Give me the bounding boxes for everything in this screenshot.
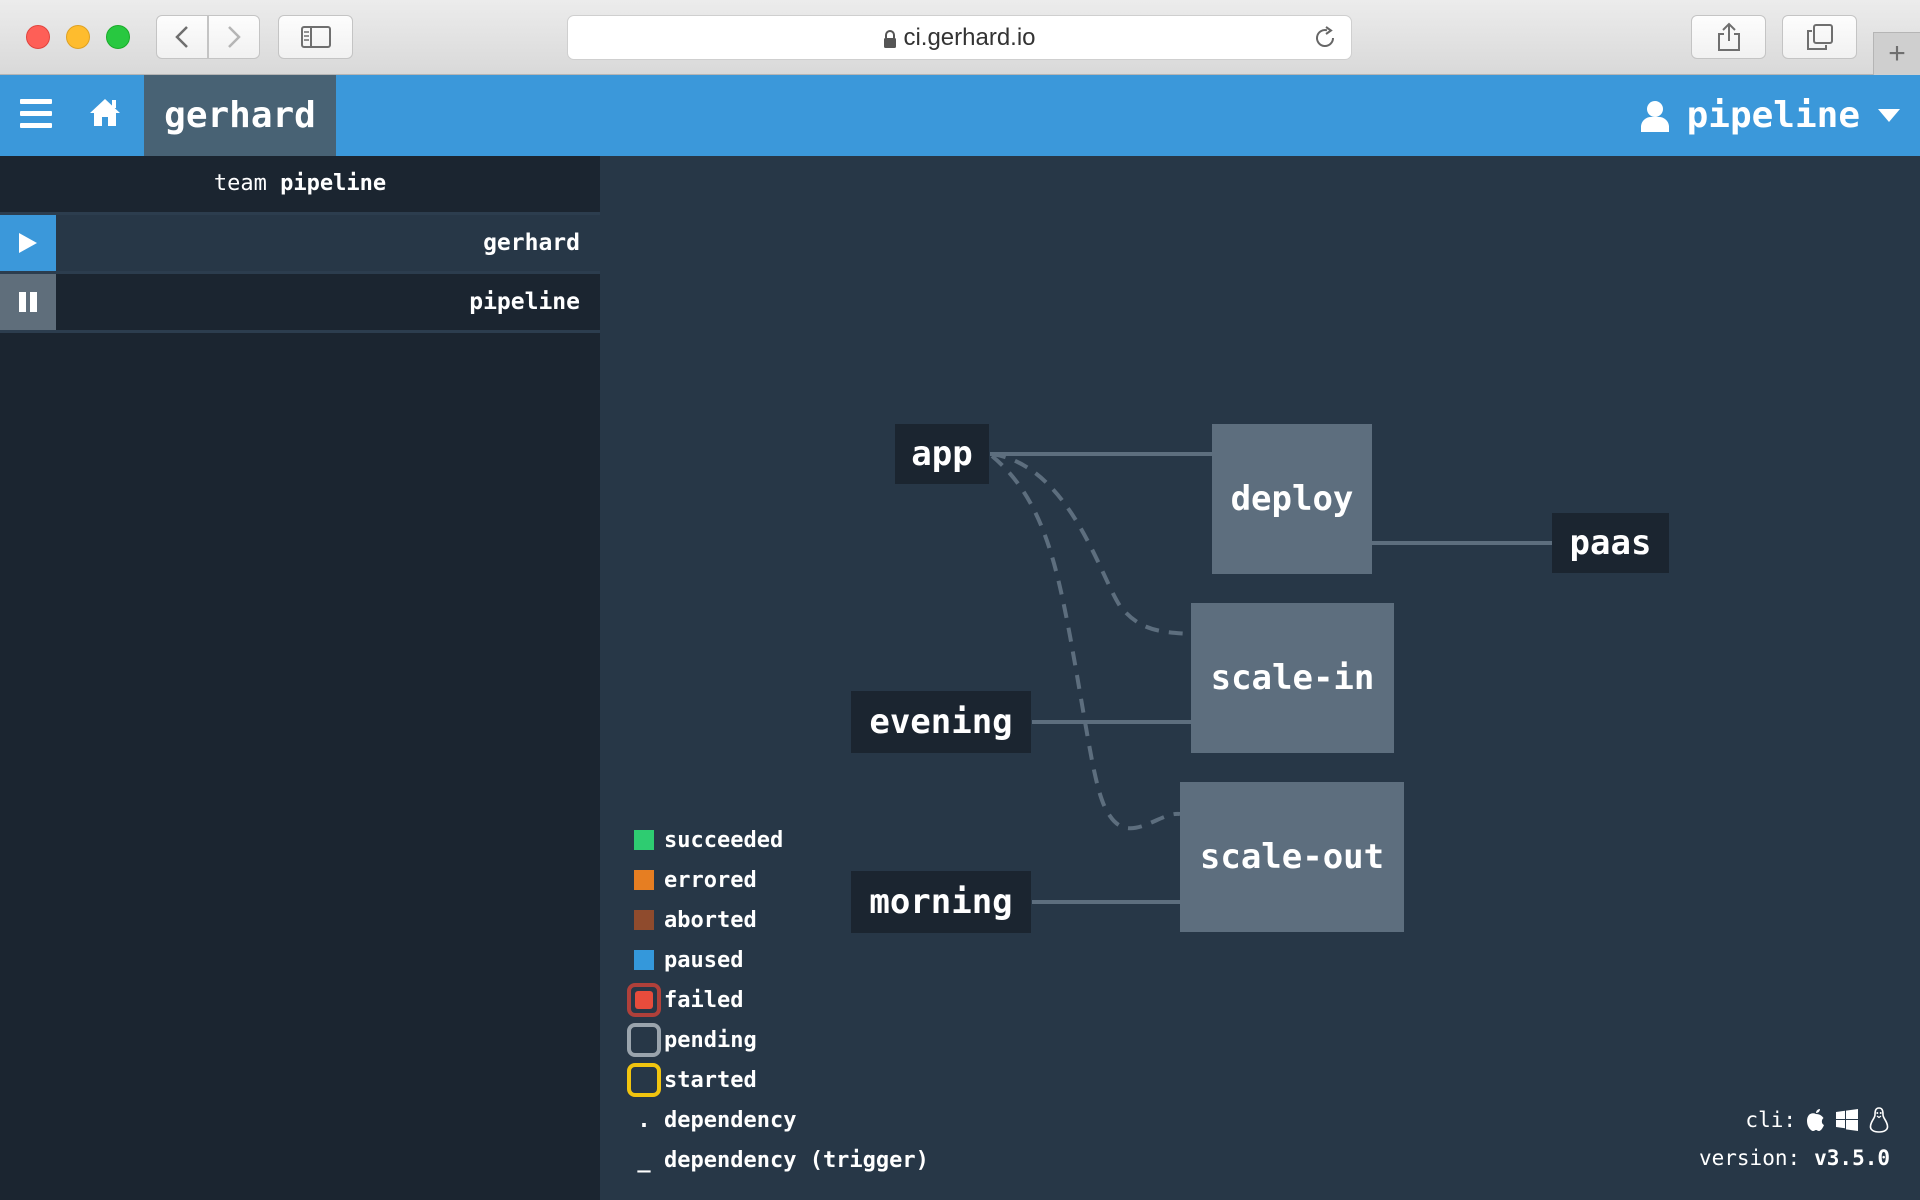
legend-item: . dependency: [630, 1100, 796, 1140]
address-bar[interactable]: ci.gerhard.io: [567, 15, 1352, 60]
url-text: ci.gerhard.io: [903, 23, 1036, 51]
back-button[interactable]: [156, 15, 208, 59]
team-prefix: team: [213, 171, 267, 196]
succeeded-swatch: [634, 830, 654, 850]
job-scale-out[interactable]: scale-out: [1180, 782, 1404, 932]
legend-item: errored: [630, 860, 757, 900]
resource-paas[interactable]: paas: [1552, 513, 1669, 573]
legend-label: errored: [664, 867, 757, 893]
pipeline-name[interactable]: pipeline: [56, 274, 600, 330]
aborted-swatch: [634, 910, 654, 930]
edge-app-scale-out: [990, 454, 1181, 831]
legend-item: aborted: [630, 900, 757, 940]
version-label: version:: [1698, 1146, 1801, 1170]
user-menu[interactable]: pipeline: [1640, 75, 1900, 156]
legend-label: aborted: [664, 907, 757, 933]
windows-icon[interactable]: [1836, 1109, 1858, 1131]
cli-downloads: cli:: [1699, 1100, 1890, 1140]
apple-icon[interactable]: [1806, 1108, 1826, 1132]
caret-down-icon: [1878, 108, 1900, 122]
resource-app[interactable]: app: [895, 424, 989, 484]
team-name: pipeline: [280, 171, 387, 196]
sidebar-icon: [300, 26, 331, 48]
dependency-symbol: .: [637, 1107, 651, 1133]
play-button[interactable]: [0, 215, 56, 271]
hamburger-menu-icon[interactable]: [20, 99, 52, 135]
legend-label: paused: [664, 947, 744, 973]
top-bar: gerhard pipeline: [0, 75, 1920, 156]
pipelines-sidebar: team pipeline gerhard pipeline: [0, 156, 600, 1200]
legend-item: started: [627, 1060, 757, 1100]
pause-icon: [19, 292, 37, 312]
legend-item: paused: [630, 940, 743, 980]
pipeline-graph: app evening morning paas deploy scale-in…: [600, 156, 1920, 1200]
close-window-button[interactable]: [26, 25, 50, 49]
team-header: team pipeline: [0, 156, 600, 215]
back-icon: [175, 26, 188, 48]
edge-app-scale-in: [991, 452, 1191, 636]
linux-icon[interactable]: [1868, 1107, 1890, 1133]
job-scale-in[interactable]: scale-in: [1191, 603, 1394, 753]
pause-button[interactable]: [0, 274, 56, 330]
footer-info: cli: version: v3.5.0: [1699, 1100, 1890, 1176]
lock-icon: [884, 29, 897, 48]
legend-item: failed: [627, 980, 744, 1020]
version-info: version: v3.5.0: [1699, 1140, 1890, 1176]
legend-label: dependency: [664, 1107, 797, 1133]
minimize-window-button[interactable]: [66, 25, 90, 49]
sidebar-item-pipeline[interactable]: pipeline: [0, 274, 600, 333]
show-tabs-button[interactable]: [1782, 15, 1857, 59]
browser-toolbar: ci.gerhard.io +: [0, 0, 1920, 75]
legend-label: succeeded: [664, 827, 784, 853]
paused-swatch: [634, 950, 654, 970]
version-number: v3.5.0: [1814, 1146, 1890, 1170]
cli-label: cli:: [1745, 1108, 1796, 1132]
pipeline-name[interactable]: gerhard: [56, 215, 600, 271]
user-name: pipeline: [1686, 95, 1860, 136]
plus-icon: +: [1888, 37, 1906, 70]
legend-item: succeeded: [630, 820, 783, 860]
job-deploy[interactable]: deploy: [1212, 424, 1372, 574]
forward-button[interactable]: [208, 15, 260, 59]
legend-item: pending: [627, 1020, 757, 1060]
legend-label: failed: [664, 987, 744, 1013]
show-sidebar-button[interactable]: [278, 15, 353, 59]
breadcrumb-pipeline[interactable]: gerhard: [144, 75, 336, 156]
new-tab-button[interactable]: +: [1873, 32, 1920, 75]
reload-icon[interactable]: [1313, 26, 1337, 50]
trigger-symbol: _: [637, 1147, 651, 1173]
share-icon: [1717, 22, 1740, 51]
user-icon: [1640, 100, 1669, 132]
tabs-icon: [1806, 24, 1833, 50]
legend-label: dependency (trigger): [664, 1147, 929, 1173]
errored-swatch: [634, 870, 654, 890]
started-swatch: [627, 1063, 661, 1097]
legend-label: pending: [664, 1027, 757, 1053]
resource-morning[interactable]: morning: [851, 871, 1031, 933]
share-button[interactable]: [1691, 15, 1766, 59]
fullscreen-window-button[interactable]: [106, 25, 130, 49]
legend-label: started: [664, 1067, 757, 1093]
play-icon: [19, 233, 37, 253]
legend-item: _ dependency (trigger): [630, 1140, 929, 1180]
resource-evening[interactable]: evening: [851, 691, 1031, 753]
sidebar-item-gerhard[interactable]: gerhard: [0, 215, 600, 274]
forward-icon: [228, 26, 241, 48]
home-icon[interactable]: [88, 97, 122, 127]
failed-swatch: [627, 983, 661, 1017]
pending-swatch: [627, 1023, 661, 1057]
